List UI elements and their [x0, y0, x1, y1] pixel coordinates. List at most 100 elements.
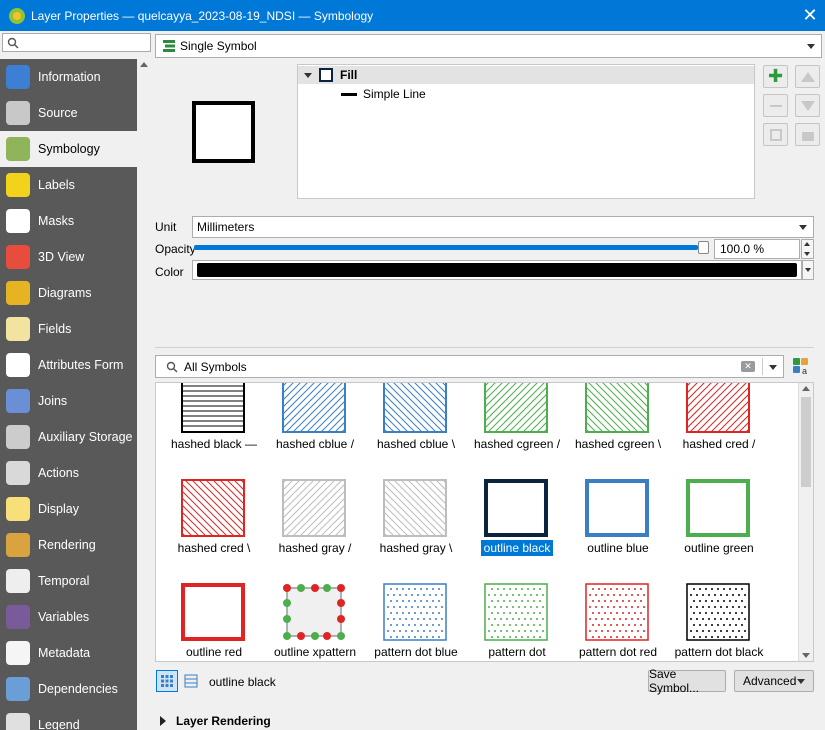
advanced-button[interactable]: Advanced — [734, 670, 814, 692]
clear-icon[interactable]: ✕ — [741, 361, 755, 372]
actions-icon — [6, 461, 30, 485]
sidebar-item-source[interactable]: Source — [0, 95, 137, 131]
sidebar-item-legend[interactable]: Legend — [0, 707, 137, 730]
symbol-item[interactable]: pattern dot blue — [363, 583, 463, 661]
sidebar-item-label: Information — [38, 70, 101, 84]
add-layer-button[interactable]: ✚ — [763, 65, 788, 88]
symbol-item[interactable]: hashed cblue \ — [363, 383, 463, 475]
chevron-down-icon[interactable] — [769, 364, 777, 370]
variables-icon — [6, 605, 30, 629]
symbol-name: pattern dot — [464, 645, 570, 659]
renderer-select[interactable]: Single Symbol — [155, 34, 822, 58]
symbol-item[interactable]: hashed cred / — [666, 383, 766, 475]
sidebar-item-attributes-form[interactable]: Attributes Form — [0, 347, 137, 383]
color-button[interactable] — [192, 260, 802, 280]
sidebar-item-masks[interactable]: Masks — [0, 203, 137, 239]
sidebar-item-diagrams[interactable]: Diagrams — [0, 275, 137, 311]
symbol-name: hashed black — — [161, 437, 267, 451]
symbol-name-text: hashed cgreen \ — [574, 437, 662, 451]
sidebar-item-auxiliary-storage[interactable]: Auxiliary Storage — [0, 419, 137, 455]
unit-select[interactable]: Millimeters — [192, 216, 814, 238]
dropdown-divider — [762, 358, 763, 375]
icon-view-button[interactable] — [156, 670, 178, 692]
rendering-icon — [6, 533, 30, 557]
symbol-swatch — [484, 383, 548, 433]
symbol-swatch — [383, 479, 447, 537]
style-manager-icon[interactable]: a — [793, 358, 809, 376]
layer-rendering-label: Layer Rendering — [176, 714, 271, 728]
display-icon — [6, 497, 30, 521]
sidebar-search-input[interactable] — [2, 33, 151, 52]
library-scrollbar[interactable] — [798, 383, 813, 661]
sidebar-item-label: Masks — [38, 214, 75, 228]
symbol-item[interactable]: outline green — [666, 479, 766, 579]
symbol-item[interactable]: hashed cgreen \ — [565, 383, 665, 475]
sidebar-item-label: Variables — [38, 610, 90, 624]
sidebar-item-temporal[interactable]: Temporal — [0, 563, 137, 599]
opacity-slider-handle[interactable] — [698, 241, 709, 254]
color-label: Color — [155, 265, 184, 279]
remove-layer-button[interactable] — [763, 94, 788, 117]
tree-item-simple-line[interactable]: Simple Line — [341, 85, 426, 103]
symbol-search-input[interactable]: All Symbols ✕ — [155, 355, 784, 378]
sidebar-item-information[interactable]: Information — [0, 59, 137, 95]
symbol-item[interactable]: hashed gray \ — [363, 479, 463, 579]
symbol-item[interactable]: outline black — [464, 479, 564, 579]
opacity-spinbox[interactable]: 100.0 % — [714, 239, 800, 259]
sidebar-item-labels[interactable]: Labels — [0, 167, 137, 203]
close-icon[interactable]: ✕ — [795, 0, 825, 31]
symbol-item[interactable]: pattern dot black — [666, 583, 766, 661]
collapse-arrow-icon[interactable] — [304, 72, 312, 78]
color-dropdown-button[interactable] — [802, 260, 814, 280]
symbol-swatch — [484, 479, 548, 537]
move-down-button[interactable] — [795, 94, 820, 117]
symbol-swatch — [484, 583, 548, 641]
symbol-item[interactable]: hashed cblue / — [262, 383, 362, 475]
grid-view-icon — [161, 675, 173, 687]
list-view-button[interactable] — [180, 670, 202, 692]
sidebar-scrollbar[interactable] — [137, 59, 151, 730]
symbol-item[interactable]: outline blue — [565, 479, 665, 579]
symbol-item[interactable]: hashed cgreen / — [464, 383, 564, 475]
search-icon — [7, 37, 19, 49]
legend-icon — [6, 713, 30, 730]
tree-item-fill[interactable]: Fill — [298, 66, 754, 84]
opacity-slider[interactable] — [194, 241, 709, 254]
chevron-down-icon — [797, 679, 805, 684]
symbol-item[interactable]: outline xpattern — [262, 583, 362, 661]
move-up-button[interactable] — [795, 65, 820, 88]
duplicate-layer-button[interactable] — [763, 123, 788, 146]
symbol-item[interactable]: pattern dot — [464, 583, 564, 661]
single-symbol-icon — [163, 40, 175, 52]
symbol-name: pattern dot black — [666, 645, 772, 659]
symbol-item[interactable]: outline red — [161, 583, 261, 661]
sidebar-item-metadata[interactable]: Metadata — [0, 635, 137, 671]
symbol-item[interactable]: hashed cred \ — [161, 479, 261, 579]
sidebar-item-label: Auxiliary Storage — [38, 430, 133, 444]
dependencies-icon — [6, 677, 30, 701]
sidebar-item-variables[interactable]: Variables — [0, 599, 137, 635]
sidebar-item-actions[interactable]: Actions — [0, 455, 137, 491]
opacity-stepper[interactable] — [801, 239, 814, 259]
sidebar-item-dependencies[interactable]: Dependencies — [0, 671, 137, 707]
layer-rendering-header[interactable]: Layer Rendering — [160, 714, 271, 728]
symbol-item[interactable]: hashed black — — [161, 383, 261, 475]
sidebar-item-display[interactable]: Display — [0, 491, 137, 527]
symbol-item[interactable]: hashed gray / — [262, 479, 362, 579]
symbol-name: hashed gray \ — [363, 541, 469, 555]
sidebar-item-label: Display — [38, 502, 79, 516]
sidebar-item-fields[interactable]: Fields — [0, 311, 137, 347]
symbol-swatch — [686, 583, 750, 641]
auxiliary-storage-icon — [6, 425, 30, 449]
save-symbol-button[interactable]: Save Symbol... — [648, 667, 726, 695]
3d-view-icon — [6, 245, 30, 269]
sidebar-item-rendering[interactable]: Rendering — [0, 527, 137, 563]
window-title: Layer Properties — quelcayya_2023-08-19_… — [31, 8, 374, 23]
sidebar-item-3d-view[interactable]: 3D View — [0, 239, 137, 275]
lock-icon[interactable] — [795, 123, 820, 146]
sidebar-item-joins[interactable]: Joins — [0, 383, 137, 419]
sidebar-item-label: Attributes Form — [38, 358, 124, 372]
symbol-item[interactable]: pattern dot red — [565, 583, 665, 661]
sidebar-item-symbology[interactable]: Symbology — [0, 131, 137, 167]
chevron-down-icon — [807, 44, 815, 49]
